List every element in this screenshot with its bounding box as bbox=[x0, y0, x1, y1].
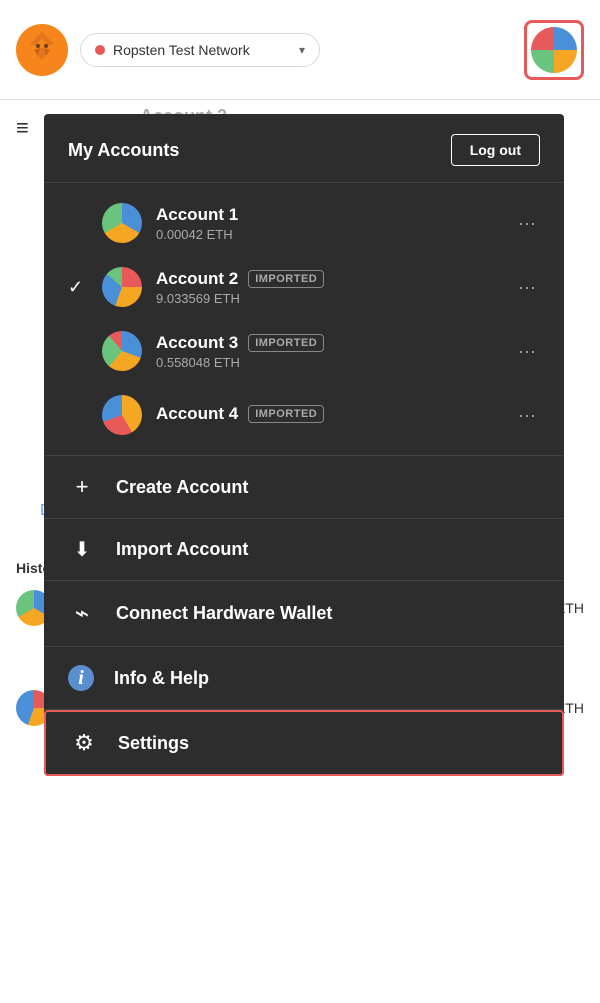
account-item-1[interactable]: Account 1 0.00042 ETH ··· bbox=[44, 191, 564, 255]
account-avatar-button[interactable] bbox=[524, 20, 584, 80]
account-avatar-1 bbox=[102, 203, 142, 243]
imported-badge-2: IMPORTED bbox=[248, 270, 324, 288]
account-info-4: Account 4 IMPORTED bbox=[156, 404, 500, 426]
account-list: Account 1 0.00042 ETH ··· ✓ Account 2 IM… bbox=[44, 183, 564, 456]
imported-badge-3: IMPORTED bbox=[248, 334, 324, 352]
fox-logo bbox=[16, 24, 68, 76]
account-options-1[interactable]: ··· bbox=[514, 209, 540, 238]
account-balance-3: 0.558048 ETH bbox=[156, 355, 500, 370]
account-item-3[interactable]: Account 3 IMPORTED 0.558048 ETH ··· bbox=[44, 319, 564, 383]
account-balance-1: 0.00042 ETH bbox=[156, 227, 500, 242]
account-avatar-2 bbox=[102, 267, 142, 307]
settings-menu-item[interactable]: ⚙ Settings bbox=[44, 710, 564, 776]
accounts-header: My Accounts Log out bbox=[44, 114, 564, 183]
account-avatar-4 bbox=[102, 395, 142, 435]
network-status-dot bbox=[95, 45, 105, 55]
account-balance-2: 9.033569 ETH bbox=[156, 291, 500, 306]
account-options-4[interactable]: ··· bbox=[514, 401, 540, 430]
account-name-3: Account 3 IMPORTED bbox=[156, 333, 500, 353]
import-account-menu-item[interactable]: ⬇ Import Account bbox=[44, 519, 564, 581]
account-options-3[interactable]: ··· bbox=[514, 337, 540, 366]
connect-hardware-menu-item[interactable]: ⌁ Connect Hardware Wallet bbox=[44, 581, 564, 647]
my-accounts-title: My Accounts bbox=[68, 140, 179, 161]
account-name-1: Account 1 bbox=[156, 205, 500, 225]
import-icon: ⬇ bbox=[68, 537, 96, 562]
gear-icon: ⚙ bbox=[70, 730, 98, 756]
info-help-label: Info & Help bbox=[114, 668, 209, 689]
check-mark-2: ✓ bbox=[68, 277, 88, 298]
hamburger-icon[interactable]: ≡ bbox=[16, 115, 29, 141]
create-account-label: Create Account bbox=[116, 477, 248, 498]
imported-badge-4: IMPORTED bbox=[248, 405, 324, 423]
info-help-menu-item[interactable]: i Info & Help bbox=[44, 647, 564, 710]
plus-icon: + bbox=[68, 474, 96, 500]
usb-icon: ⌁ bbox=[68, 599, 96, 628]
import-account-label: Import Account bbox=[116, 539, 248, 560]
account-item-2[interactable]: ✓ Account 2 IMPORTED 9.033569 ETH ··· bbox=[44, 255, 564, 319]
network-selector[interactable]: Ropsten Test Network ▾ bbox=[80, 33, 320, 67]
account-item-4[interactable]: Account 4 IMPORTED ··· bbox=[44, 383, 564, 447]
network-name: Ropsten Test Network bbox=[113, 42, 291, 58]
account-name-4: Account 4 IMPORTED bbox=[156, 404, 500, 424]
account-options-2[interactable]: ··· bbox=[514, 273, 540, 302]
account-avatar-3 bbox=[102, 331, 142, 371]
account-info-2: Account 2 IMPORTED 9.033569 ETH bbox=[156, 269, 500, 306]
logout-button[interactable]: Log out bbox=[451, 134, 540, 166]
info-icon: i bbox=[68, 665, 94, 691]
chevron-down-icon: ▾ bbox=[299, 43, 305, 57]
accounts-overlay: My Accounts Log out Account 1 0.00042 ET… bbox=[44, 114, 564, 776]
account-info-3: Account 3 IMPORTED 0.558048 ETH bbox=[156, 333, 500, 370]
account-name-2: Account 2 IMPORTED bbox=[156, 269, 500, 289]
settings-label: Settings bbox=[118, 733, 189, 754]
account-info-1: Account 1 0.00042 ETH bbox=[156, 205, 500, 242]
connect-hardware-label: Connect Hardware Wallet bbox=[116, 603, 332, 624]
create-account-menu-item[interactable]: + Create Account bbox=[44, 456, 564, 519]
top-bar: Ropsten Test Network ▾ bbox=[0, 0, 600, 100]
